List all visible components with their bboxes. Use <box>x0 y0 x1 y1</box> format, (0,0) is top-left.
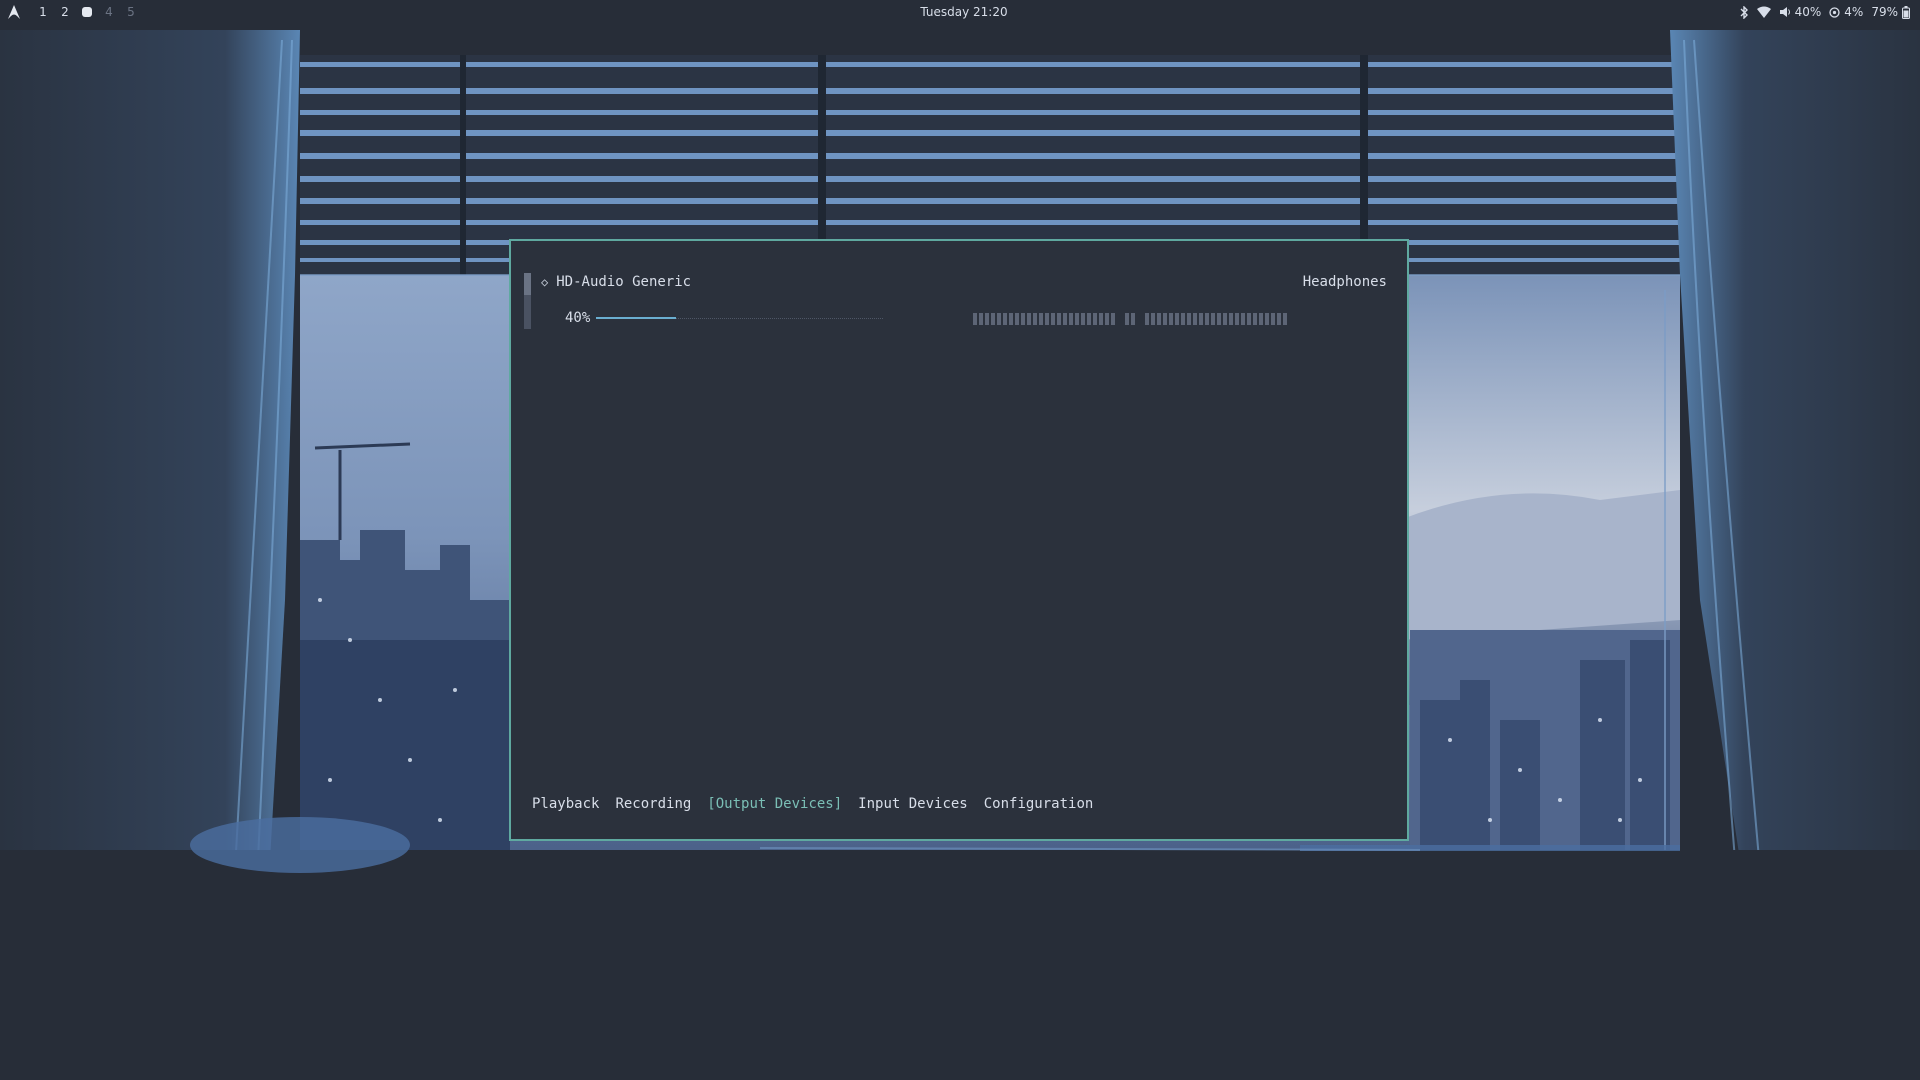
volume-value: 40% <box>1794 5 1822 19</box>
audio-mixer-window[interactable]: ◇ HD-Audio Generic Headphones 40% Playba… <box>509 239 1409 841</box>
meter-segment-right <box>1169 313 1173 325</box>
meter-segment-left <box>1069 313 1073 325</box>
volume-percent: 40% <box>565 310 591 326</box>
meter-segment-right <box>1265 313 1269 325</box>
meter-segment-right <box>1283 313 1287 325</box>
meter-segment-left <box>1003 313 1007 325</box>
meter-segment-right <box>1199 313 1203 325</box>
cpu-status[interactable]: 4% <box>1829 5 1863 19</box>
meter-segment-mid <box>1131 313 1135 325</box>
meter-segment-right <box>1163 313 1167 325</box>
meter-segment-right <box>1205 313 1209 325</box>
peak-meter <box>973 313 1287 325</box>
meter-segment-right <box>1187 313 1191 325</box>
meter-segment-right <box>1253 313 1257 325</box>
device-selection-bar <box>524 273 531 329</box>
wifi-status[interactable] <box>1756 6 1771 18</box>
volume-status[interactable]: 40% <box>1779 5 1822 19</box>
meter-segment-left <box>979 313 983 325</box>
meter-segment-left <box>991 313 995 325</box>
meter-segment-left <box>1033 313 1037 325</box>
mixer-tabs: Playback Recording [Output Devices] Inpu… <box>532 796 1093 812</box>
meter-segment-left <box>1009 313 1013 325</box>
bluetooth-status[interactable] <box>1739 5 1749 19</box>
meter-segment-left <box>1021 313 1025 325</box>
device-name: HD-Audio Generic <box>556 274 692 290</box>
meter-segment-right <box>1175 313 1179 325</box>
meter-segment-right <box>1157 313 1161 325</box>
device-port[interactable]: Headphones <box>1303 274 1387 290</box>
tab-configuration[interactable]: Configuration <box>984 796 1094 812</box>
meter-segment-right <box>1271 313 1275 325</box>
meter-segment-left <box>1075 313 1079 325</box>
meter-gap <box>1117 313 1123 325</box>
meter-segment-left <box>1045 313 1049 325</box>
meter-segment-left <box>1111 313 1115 325</box>
meter-segment-right <box>1211 313 1215 325</box>
meter-segment-left <box>1039 313 1043 325</box>
meter-segment-right <box>1277 313 1281 325</box>
top-bar: 1 2 4 5 Tuesday 21:20 40% 4% 79% <box>0 0 1920 26</box>
meter-segment-left <box>1051 313 1055 325</box>
meter-segment-right <box>1145 313 1149 325</box>
meter-segment-left <box>997 313 1001 325</box>
tab-playback[interactable]: Playback <box>532 796 599 812</box>
meter-segment-right <box>1217 313 1221 325</box>
meter-segment-left <box>1099 313 1103 325</box>
cpu-icon <box>1829 6 1840 18</box>
meter-segment-left <box>985 313 989 325</box>
meter-segment-left <box>1087 313 1091 325</box>
device-selection-highlight <box>524 273 531 295</box>
battery-value: 79% <box>1871 5 1898 19</box>
meter-segment-left <box>1027 313 1031 325</box>
status-tray: 40% 4% 79% <box>1739 5 1910 19</box>
diamond-icon: ◇ <box>541 275 549 289</box>
meter-segment-right <box>1181 313 1185 325</box>
meter-segment-mid <box>1125 313 1129 325</box>
meter-segment-left <box>1057 313 1061 325</box>
tab-output-devices[interactable]: [Output Devices] <box>707 796 842 812</box>
wifi-icon <box>1756 6 1771 18</box>
battery-icon <box>1902 5 1910 19</box>
tab-input-devices[interactable]: Input Devices <box>858 796 968 812</box>
meter-segment-right <box>1229 313 1233 325</box>
meter-segment-left <box>1081 313 1085 325</box>
meter-segment-right <box>1247 313 1251 325</box>
meter-segment-right <box>1235 313 1239 325</box>
bluetooth-icon <box>1740 5 1748 19</box>
tab-recording[interactable]: Recording <box>615 796 691 812</box>
meter-segment-right <box>1223 313 1227 325</box>
meter-gap <box>1137 313 1143 325</box>
meter-segment-left <box>973 313 977 325</box>
meter-segment-right <box>1259 313 1263 325</box>
volume-slider-fill <box>596 317 676 319</box>
desktop: 1 2 4 5 Tuesday 21:20 40% 4% 79% ◇ HD-Au… <box>0 0 1920 1080</box>
battery-status[interactable]: 79% <box>1871 5 1910 19</box>
clock[interactable]: Tuesday 21:20 <box>0 5 1920 19</box>
cpu-value: 4% <box>1844 5 1864 19</box>
meter-segment-left <box>1015 313 1019 325</box>
meter-segment-right <box>1151 313 1155 325</box>
meter-segment-left <box>1105 313 1109 325</box>
meter-segment-right <box>1193 313 1197 325</box>
output-device[interactable]: ◇ HD-Audio Generic <box>541 274 691 290</box>
speaker-icon <box>1779 7 1790 17</box>
meter-segment-right <box>1241 313 1245 325</box>
meter-segment-left <box>1093 313 1097 325</box>
meter-segment-left <box>1063 313 1067 325</box>
